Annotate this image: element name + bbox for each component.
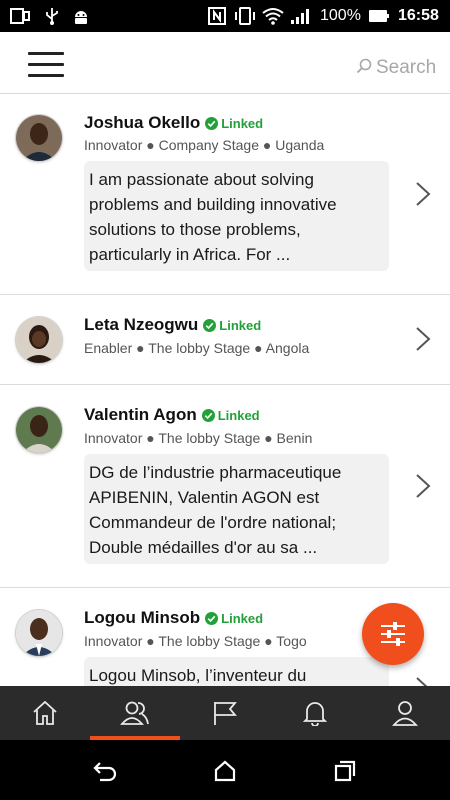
wifi-icon xyxy=(262,7,284,25)
battery-icon xyxy=(368,7,390,25)
back-button[interactable] xyxy=(92,758,118,784)
linked-label: Linked xyxy=(221,610,264,626)
name-row: Valentin Agon Linked xyxy=(84,405,260,425)
profile-icon xyxy=(392,701,418,726)
person-bio: DG de l’industrie pharmaceutique APIBENI… xyxy=(84,454,389,564)
usb-icon xyxy=(44,7,60,25)
person-meta: Innovator ● The lobby Stage ● Togo xyxy=(84,633,307,649)
battery-percent: 100% xyxy=(320,7,361,24)
back-icon xyxy=(93,762,117,782)
list-item[interactable]: Leta Nzeogwu Linked Enabler ● The lobby … xyxy=(0,295,450,385)
signal-icon xyxy=(290,7,312,25)
flag-icon xyxy=(214,702,237,725)
vibrate-icon xyxy=(234,7,256,25)
home-icon xyxy=(33,700,57,725)
recent-apps-button[interactable] xyxy=(332,758,358,784)
android-icon xyxy=(72,7,90,25)
filter-sliders-icon xyxy=(381,622,405,646)
linked-label: Linked xyxy=(219,317,262,333)
linked-label: Linked xyxy=(217,407,260,423)
nav-people[interactable] xyxy=(90,686,180,740)
nfc-icon xyxy=(208,7,226,25)
linked-badge: Linked xyxy=(201,407,260,423)
check-circle-icon xyxy=(203,318,217,332)
person-meta: Enabler ● The lobby Stage ● Angola xyxy=(84,340,310,356)
list-item[interactable]: Valentin Agon Linked Innovator ● The lob… xyxy=(0,385,450,588)
check-circle-icon xyxy=(205,116,219,130)
nav-flag[interactable] xyxy=(180,686,270,740)
nav-notifications[interactable] xyxy=(270,686,360,740)
bell-icon xyxy=(302,702,328,726)
chevron-right-icon[interactable] xyxy=(414,676,432,686)
bottom-nav xyxy=(0,686,450,740)
list-item[interactable]: Joshua Okello Linked Innovator ● Company… xyxy=(0,95,450,295)
clock: 16:58 xyxy=(398,7,439,24)
linked-badge: Linked xyxy=(205,116,263,131)
search-button[interactable]: Search xyxy=(356,56,436,80)
avatar xyxy=(16,115,62,161)
name-row: Leta Nzeogwu Linked xyxy=(84,315,261,335)
home-button[interactable] xyxy=(212,758,238,784)
recent-apps-icon xyxy=(334,760,356,782)
hamburger-menu-icon[interactable] xyxy=(28,52,64,78)
name-row: Logou Minsob Linked xyxy=(84,608,263,628)
system-nav-bar xyxy=(0,740,450,800)
person-bio: I am passionate about solving problems a… xyxy=(84,161,389,271)
filter-button[interactable] xyxy=(362,603,424,665)
people-list: Joshua Okello Linked Innovator ● Company… xyxy=(0,95,450,686)
status-bar: 100% 16:58 xyxy=(0,0,450,32)
person-name: Valentin Agon xyxy=(84,405,197,424)
person-meta: Innovator ● Company Stage ● Uganda xyxy=(84,137,325,153)
check-circle-icon xyxy=(201,408,215,422)
gallery-icon xyxy=(10,7,30,25)
home-outline-icon xyxy=(214,760,236,782)
name-row: Joshua Okello Linked xyxy=(84,113,263,133)
check-circle-icon xyxy=(205,611,219,625)
person-name: Joshua Okello xyxy=(84,113,201,132)
avatar xyxy=(16,317,62,363)
nav-home[interactable] xyxy=(0,686,90,740)
linked-label: Linked xyxy=(221,115,264,131)
chevron-right-icon[interactable] xyxy=(414,473,432,499)
chevron-right-icon[interactable] xyxy=(414,181,432,207)
nav-profile[interactable] xyxy=(360,686,450,740)
app-header: Search xyxy=(0,32,450,94)
search-label: Search xyxy=(376,57,437,78)
linked-badge: Linked xyxy=(205,611,263,626)
person-name: Leta Nzeogwu xyxy=(84,315,199,334)
person-meta: Innovator ● The lobby Stage ● Benin xyxy=(84,430,313,446)
linked-badge: Linked xyxy=(203,318,261,333)
person-name: Logou Minsob xyxy=(84,608,201,627)
people-icon xyxy=(120,701,149,725)
avatar xyxy=(16,610,62,656)
person-bio: Logou Minsob, l’inventeur du xyxy=(84,657,389,686)
chevron-right-icon[interactable] xyxy=(414,326,432,352)
search-icon xyxy=(356,58,372,79)
avatar xyxy=(16,407,62,453)
